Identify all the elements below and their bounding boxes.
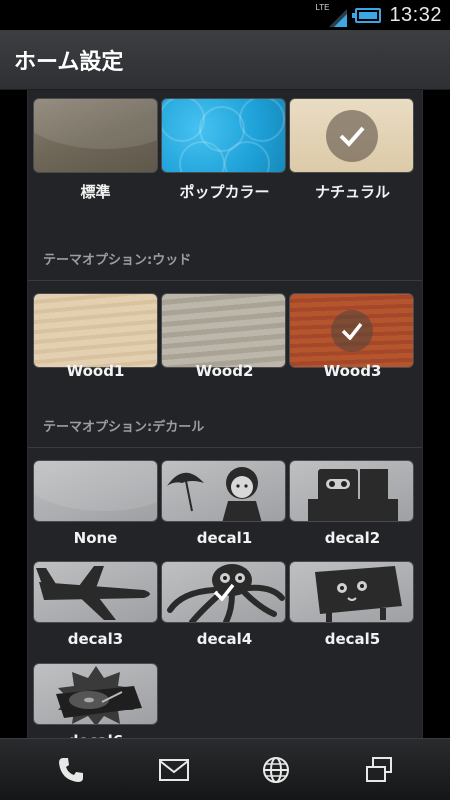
decal-row-2 (33, 561, 417, 623)
wood2-tile[interactable] (161, 293, 286, 368)
windows-button[interactable] (349, 745, 409, 795)
monster-art (315, 566, 402, 622)
decal-none-tile[interactable] (33, 460, 158, 522)
decal-row-1 (33, 460, 417, 522)
page-title: ホーム設定 (14, 49, 124, 75)
robot-art (308, 469, 398, 521)
checkmark-icon (207, 575, 241, 609)
wood-label: Wood1 (66, 362, 125, 380)
wood3-tile[interactable] (289, 293, 414, 368)
girl-umbrella-art (167, 467, 262, 521)
airplane-art (36, 566, 150, 620)
theme-label: ナチュラル (314, 183, 390, 201)
mail-button[interactable] (144, 745, 204, 795)
status-bar: LTE 13:32 (0, 0, 450, 30)
pop-pattern (162, 99, 285, 172)
theme-natural-tile[interactable] (289, 98, 414, 173)
windows-icon (365, 756, 392, 782)
globe-icon (263, 756, 290, 783)
theme-row (33, 98, 417, 173)
decal2-tile[interactable] (289, 460, 414, 522)
checkmark-icon (325, 109, 378, 162)
wood-label: Wood3 (323, 362, 382, 380)
decal5-tile[interactable] (289, 561, 414, 623)
wood1-tile[interactable] (33, 293, 158, 368)
theme-label: 標準 (80, 183, 111, 201)
browser-button[interactable] (246, 745, 306, 795)
decal1-tile[interactable] (161, 460, 286, 522)
decal-section-title: テーマオプション:デカール (43, 420, 205, 435)
decal-label: decal2 (324, 529, 381, 547)
bottom-nav (0, 738, 450, 800)
title-bar: ホーム設定 (0, 30, 450, 90)
phone-icon (59, 757, 84, 782)
section-divider (28, 447, 422, 448)
settings-content[interactable]: 標準 ポップカラー ナチュラル テーマオプション:ウッド Wood1 Wood2… (0, 90, 450, 738)
section-divider (28, 280, 422, 281)
checkmark-icon (330, 309, 373, 352)
theme-pop-tile[interactable] (161, 98, 286, 173)
decal-label: decal3 (67, 630, 124, 648)
mail-icon (158, 758, 189, 781)
decal6-tile[interactable] (33, 663, 158, 725)
turntable-art (56, 666, 142, 724)
theme-label: ポップカラー (179, 183, 270, 201)
battery-icon (352, 7, 382, 23)
network-type: LTE (315, 3, 330, 12)
decal-label: decal5 (324, 630, 381, 648)
wood-row (33, 293, 417, 368)
decal3-tile[interactable] (33, 561, 158, 623)
decal-row-3 (33, 663, 417, 725)
tile-gloss (34, 99, 157, 149)
theme-standard-tile[interactable] (33, 98, 158, 173)
wood-label: Wood2 (195, 362, 254, 380)
phone-button[interactable] (41, 745, 101, 795)
decal-label: decal1 (196, 529, 253, 547)
decal-label: None (73, 529, 118, 547)
signal-icon: LTE (315, 3, 348, 27)
clock: 13:32 (389, 3, 442, 26)
wood-section-title: テーマオプション:ウッド (43, 253, 192, 268)
decal4-tile[interactable] (161, 561, 286, 623)
tile-gloss (34, 461, 157, 511)
decal-label: decal4 (196, 630, 253, 648)
